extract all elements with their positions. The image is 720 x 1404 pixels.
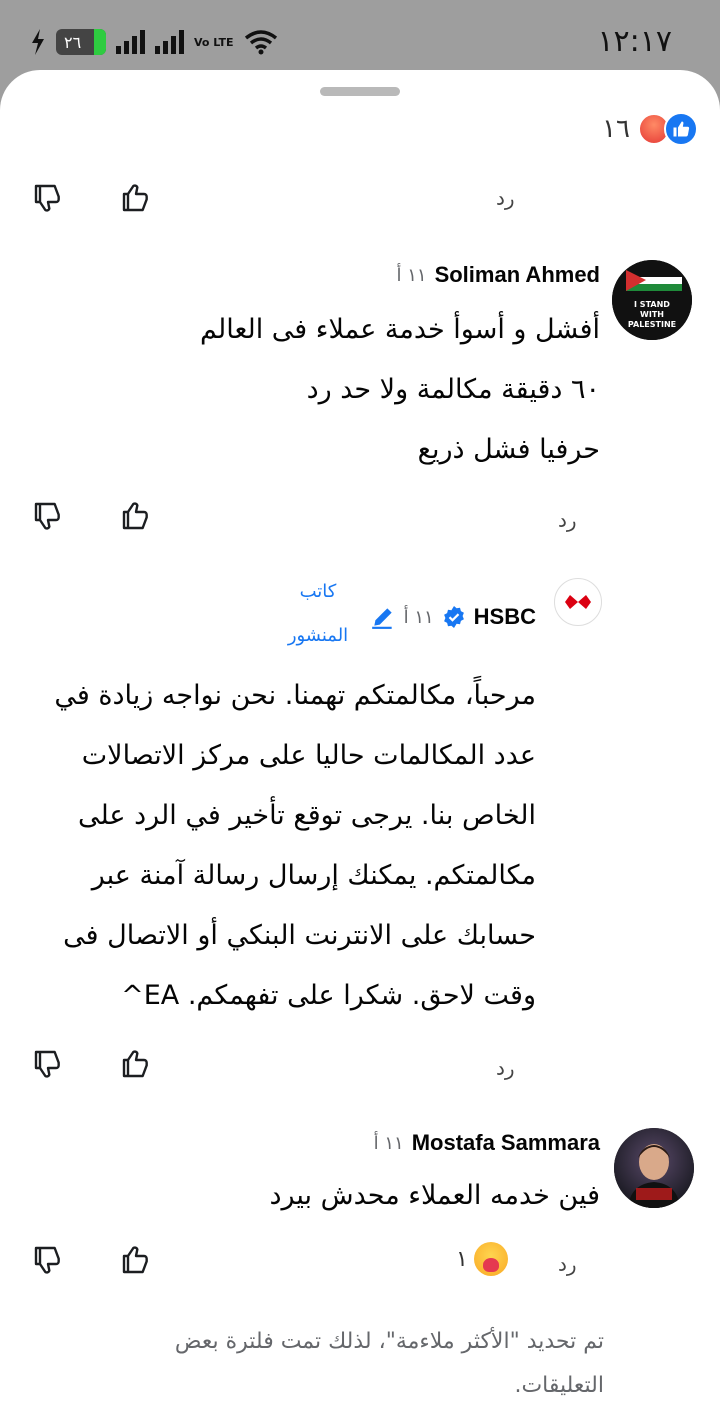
battery-icon: ٢٦ [56,29,106,55]
comment-reactions[interactable]: ١ [456,1242,508,1276]
reply-button[interactable]: رد [496,186,515,210]
signal-icon-2 [155,30,184,54]
like-button[interactable] [116,178,156,218]
comments-sheet: ١٦ رد I STAND WITH PALESTINE Soliman Ahm… [0,70,720,1404]
palestine-flag-avatar: I STAND WITH PALESTINE [612,260,692,340]
filter-note: تم تحديد "الأكثر ملاءمة"، لذلك تمت فلترة… [124,1320,604,1404]
comment-line: فين خدمه العملاء محدش بيرد [269,1180,600,1211]
comment-line: ٦٠ دقيقة مكالمة ولا حد رد [306,374,600,405]
status-icons: ٢٦ Vo LTE [30,24,278,60]
filter-note-line: التعليقات. [514,1373,604,1398]
wifi-icon [244,30,277,55]
thumbs-up-icon [122,1246,148,1274]
thumbs-down-icon [34,1050,60,1078]
battery-level: ٢٦ [64,32,82,52]
comment-time: ١١ أ [403,606,434,628]
author-badge: كاتب المنشور [278,570,358,658]
reply-button[interactable]: رد [496,1056,515,1080]
reaction-count: ١٦ [602,114,630,144]
comment-line: حسابك على الانترنت البنكي أو الاتصال فى [63,920,536,951]
comment-reaction-count: ١ [456,1246,468,1272]
like-button[interactable] [116,1240,156,1280]
avatar[interactable]: I STAND WITH PALESTINE [612,260,692,340]
comment-author[interactable]: Soliman Ahmed [435,262,600,288]
thumbs-up-icon [122,502,148,530]
charging-icon [32,29,44,55]
comment-header: HSBC ١١ أ [370,604,536,630]
comment-line: مكالمتكم. يمكنك إرسال رسالة آمنة عبر [91,860,536,891]
hsbc-logo-icon [565,595,591,609]
thumbs-up-icon [122,1050,148,1078]
volte-indicator: Vo LTE [194,35,234,49]
avatar-text-2: WITH [640,310,664,319]
like-icon [664,112,698,146]
comment-line: مرحباً، مكالمتكم تهمنا. نحن نواجه زيادة … [54,680,536,711]
comment-line: حرفيا فشل ذريع [417,434,600,465]
care-icon [473,1242,508,1276]
comment-header: Soliman Ahmed ١١ أ [396,262,600,288]
comment-time: ١١ أ [396,264,427,286]
avatar[interactable] [554,578,602,626]
comment-line: وقت لاحق. شكرا على تفهمكم. EA^ [121,980,536,1011]
author-pen-icon [371,608,392,629]
drag-handle[interactable] [320,87,400,96]
comment-line: أفشل و أسوأ خدمة عملاء فى العالم [200,314,600,345]
avatar-text-1: I STAND [634,300,670,309]
comment-author[interactable]: HSBC [474,604,536,630]
thumbs-down-icon [34,184,60,212]
comment-body: فين خدمه العملاء محدش بيرد [120,1166,600,1226]
reply-button[interactable]: رد [558,1252,577,1276]
dislike-button[interactable] [28,1240,68,1280]
avatar[interactable] [614,1128,694,1208]
comment-body: مرحباً، مكالمتكم تهمنا. نحن نواجه زيادة … [36,666,536,1026]
like-button[interactable] [116,1044,156,1084]
status-time: ١٢:١٧ [597,24,672,59]
filter-note-line: تم تحديد "الأكثر ملاءمة"، لذلك تمت فلترة… [174,1329,604,1354]
signal-icon [116,30,145,54]
comment-line: عدد المكالمات حاليا على مركز الاتصالات [81,740,536,771]
dislike-button[interactable] [28,1044,68,1084]
thumbs-up-icon [122,184,148,212]
reply-button[interactable]: رد [558,508,577,532]
comment-header: Mostafa Sammara ١١ أ [374,1130,600,1156]
avatar-text-3: PALESTINE [628,320,676,329]
thumbs-down-icon [34,1246,60,1274]
author-badge-line: كاتب [299,581,337,602]
comment-time: ١١ أ [373,1132,404,1154]
comment-body: أفشل و أسوأ خدمة عملاء فى العالم ٦٠ دقيق… [120,300,600,480]
comment-author[interactable]: Mostafa Sammara [412,1130,600,1156]
like-button[interactable] [116,496,156,536]
author-badge-line: المنشور [287,625,349,646]
status-bar: ٢٦ Vo LTE ١٢:١٧ [0,0,720,80]
comment-line: الخاص بنا. يرجى توقع تأخير في الرد على [77,800,536,831]
dislike-button[interactable] [28,178,68,218]
user-photo-avatar [614,1128,694,1208]
post-reactions[interactable]: ١٦ [602,112,698,146]
dislike-button[interactable] [28,496,68,536]
thumbs-down-icon [34,502,60,530]
verified-badge-icon [443,606,464,628]
